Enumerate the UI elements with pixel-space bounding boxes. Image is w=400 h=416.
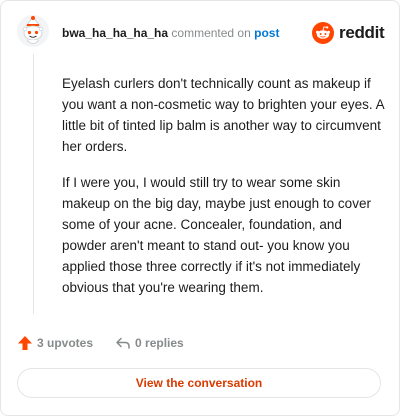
comment-body: Eyelash curlers don't technically count …: [62, 73, 384, 313]
avatar[interactable]: [17, 15, 49, 47]
reddit-logo[interactable]: reddit: [312, 22, 385, 44]
comment-actions: 3 upvotes 0 replies: [17, 335, 184, 351]
upvote-count: 3 upvotes: [37, 336, 94, 350]
snoo-avatar-icon: [17, 15, 49, 47]
commented-on-text: commented on: [171, 26, 251, 40]
view-conversation-button[interactable]: View the conversation: [17, 368, 381, 398]
post-link[interactable]: post: [254, 26, 279, 40]
comment-paragraph: Eyelash curlers don't technically count …: [62, 76, 384, 154]
reddit-wordmark: reddit: [339, 23, 385, 42]
comment-embed-card: bwa_ha_ha_ha_ha commented on post reddit…: [0, 0, 400, 416]
upvote-arrow-icon: [18, 336, 32, 350]
replies-button[interactable]: 0 replies: [115, 335, 184, 351]
username-link[interactable]: bwa_ha_ha_ha_ha: [62, 26, 168, 40]
comment-paragraph: If I were you, I would still try to wear…: [62, 175, 371, 295]
comment-header: bwa_ha_ha_ha_ha commented on post: [62, 26, 279, 40]
upvote-button[interactable]: 3 upvotes: [17, 335, 93, 351]
reddit-snoo-icon: [312, 22, 334, 44]
reply-arrow-icon: [116, 337, 130, 349]
thread-line: [33, 54, 34, 314]
reply-count: 0 replies: [135, 336, 184, 350]
